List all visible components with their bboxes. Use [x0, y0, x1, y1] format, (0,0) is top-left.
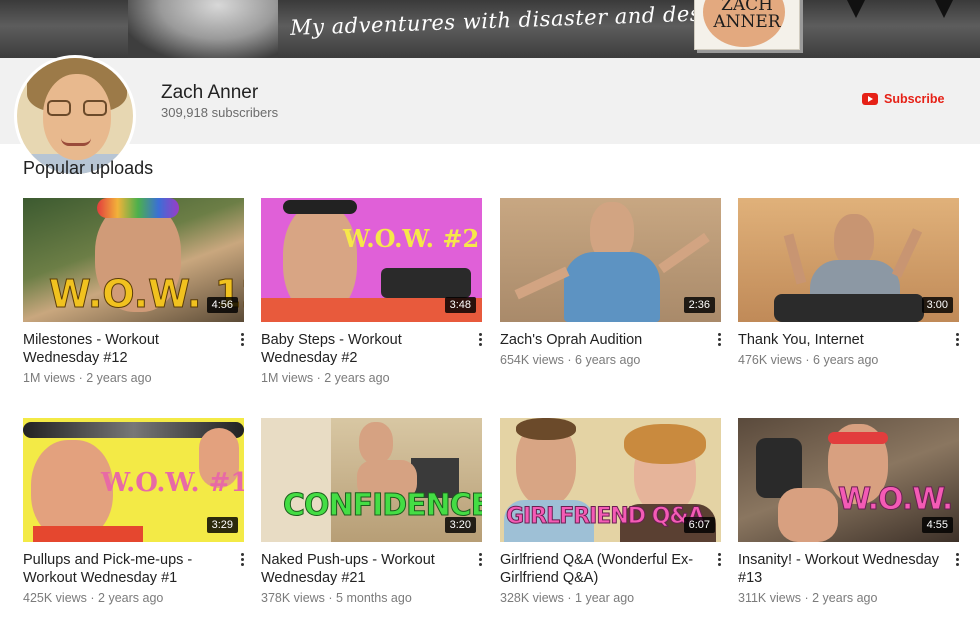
view-count: 378K views: [261, 591, 325, 605]
channel-header: Zach Anner 309,918 subscribers Subscribe: [0, 55, 980, 177]
video-meta: 328K views · 1 year ago: [500, 591, 635, 605]
subscribe-button[interactable]: Subscribe: [862, 92, 944, 106]
video-duration: 4:56: [206, 297, 238, 313]
video-duration: 3:20: [444, 517, 476, 533]
video-meta: 425K views · 2 years ago: [23, 591, 164, 605]
upload-age: 2 years ago: [324, 371, 390, 385]
video-card[interactable]: W.O.W. #2 3:48 Baby Steps - Workout Wedn…: [261, 198, 483, 385]
video-meta: 378K views · 5 months ago: [261, 591, 412, 605]
upload-age: 6 years ago: [813, 353, 879, 367]
video-card[interactable]: GIRLFRIEND Q&A 6:07 Girlfriend Q&A (Wond…: [500, 418, 722, 605]
video-card[interactable]: CONFIDENCE 3:20 Naked Push-ups - Workout…: [261, 418, 483, 605]
video-card[interactable]: W.O.W. 12 4:56 Milestones - Workout Wedn…: [23, 198, 245, 385]
more-options-icon[interactable]: [239, 332, 245, 346]
video-thumbnail[interactable]: W.O.W. 12 4:56: [23, 198, 244, 322]
banner-book-cover: ZACH ANNER: [694, 0, 800, 50]
video-meta: 1M views · 2 years ago: [261, 371, 390, 385]
video-title[interactable]: Zach's Oprah Audition: [500, 331, 705, 349]
view-count: 654K views: [500, 353, 564, 367]
video-meta: 654K views · 6 years ago: [500, 353, 641, 367]
video-duration: 4:55: [921, 517, 953, 533]
youtube-play-icon: [862, 93, 878, 105]
more-options-icon[interactable]: [716, 552, 722, 566]
video-duration: 2:36: [683, 297, 715, 313]
view-count: 425K views: [23, 591, 87, 605]
thumbnail-text: GIRLFRIEND Q&A: [506, 504, 706, 530]
video-title[interactable]: Milestones - Workout Wednesday #12: [23, 331, 228, 367]
video-duration: 3:48: [444, 297, 476, 313]
subscriber-count: 309,918 subscribers: [161, 105, 279, 120]
more-options-icon[interactable]: [716, 332, 722, 346]
video-title[interactable]: Insanity! - Workout Wednesday #13: [738, 551, 943, 587]
view-count: 1M views: [23, 371, 76, 385]
more-options-icon[interactable]: [477, 552, 483, 566]
upload-age: 2 years ago: [86, 371, 152, 385]
video-thumbnail[interactable]: W.O.W. #2 3:48: [261, 198, 482, 322]
video-title[interactable]: Pullups and Pick-me-ups - Workout Wednes…: [23, 551, 228, 587]
view-count: 476K views: [738, 353, 802, 367]
video-meta: 311K views · 2 years ago: [738, 591, 878, 605]
view-count: 1M views: [261, 371, 314, 385]
more-options-icon[interactable]: [954, 332, 960, 346]
more-options-icon[interactable]: [954, 552, 960, 566]
upload-age: 6 years ago: [575, 353, 641, 367]
video-title[interactable]: Thank You, Internet: [738, 331, 943, 349]
video-card[interactable]: 2:36 Zach's Oprah Audition 654K views · …: [500, 198, 722, 367]
upload-age: 1 year ago: [575, 591, 635, 605]
channel-banner: My adventures with disaster and destiny …: [0, 0, 980, 58]
video-thumbnail[interactable]: GIRLFRIEND Q&A 6:07: [500, 418, 721, 542]
video-thumbnail[interactable]: W.O.W. 13 4:55: [738, 418, 959, 542]
upload-age: 2 years ago: [98, 591, 164, 605]
more-options-icon[interactable]: [239, 552, 245, 566]
video-meta: 1M views · 2 years ago: [23, 371, 152, 385]
section-title: Popular uploads: [23, 158, 154, 178]
video-meta: 476K views · 6 years ago: [738, 353, 879, 367]
thumbnail-text: W.O.W. 13: [838, 482, 959, 518]
video-duration: 6:07: [683, 517, 715, 533]
more-options-icon[interactable]: [477, 332, 483, 346]
video-thumbnail[interactable]: CONFIDENCE 3:20: [261, 418, 482, 542]
channel-name[interactable]: Zach Anner: [161, 82, 258, 104]
banner-decoration: [935, 0, 953, 18]
video-thumbnail[interactable]: 3:00: [738, 198, 959, 322]
banner-photo: [128, 0, 278, 58]
video-title[interactable]: Baby Steps - Workout Wednesday #2: [261, 331, 466, 367]
video-card[interactable]: W.O.W. 13 4:55 Insanity! - Workout Wedne…: [738, 418, 960, 605]
video-duration: 3:00: [921, 297, 953, 313]
banner-decoration: [847, 0, 865, 18]
view-count: 311K views: [738, 591, 801, 605]
video-card[interactable]: 3:00 Thank You, Internet 476K views · 6 …: [738, 198, 960, 367]
subscribe-label: Subscribe: [884, 92, 945, 106]
book-title-line2: ANNER: [713, 12, 781, 32]
video-duration: 3:29: [206, 517, 238, 533]
upload-age: 5 months ago: [336, 591, 412, 605]
upload-age: 2 years ago: [812, 591, 878, 605]
thumbnail-text: W.O.W. #2: [343, 224, 480, 253]
video-thumbnail[interactable]: 2:36: [500, 198, 721, 322]
video-card[interactable]: W.O.W. #1 3:29 Pullups and Pick-me-ups -…: [23, 418, 245, 605]
video-title[interactable]: Girlfriend Q&A (Wonderful Ex-Girlfriend …: [500, 551, 705, 587]
video-title[interactable]: Naked Push-ups - Workout Wednesday #21: [261, 551, 466, 587]
view-count: 328K views: [500, 591, 564, 605]
thumbnail-text: W.O.W. #1: [101, 468, 244, 498]
video-thumbnail[interactable]: W.O.W. #1 3:29: [23, 418, 244, 542]
banner-tagline: My adventures with disaster and destiny: [289, 0, 744, 40]
